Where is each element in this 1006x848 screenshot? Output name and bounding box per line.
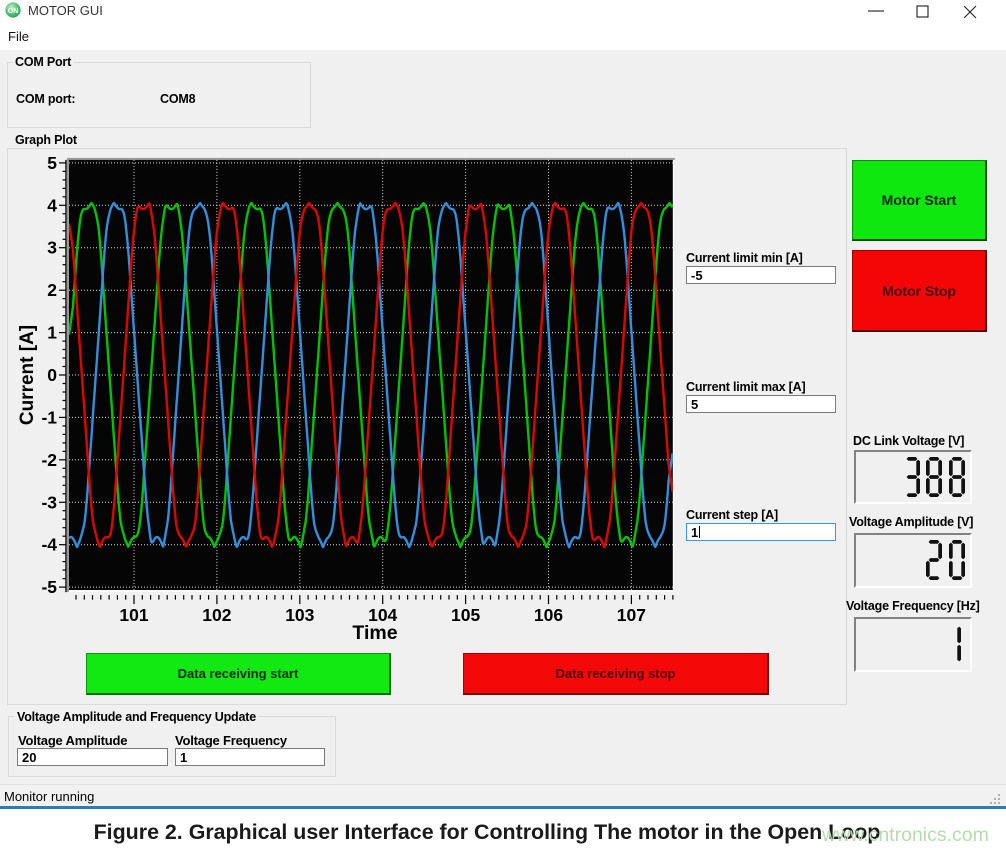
svg-text:-1: -1 [41, 407, 57, 427]
svg-text:101: 101 [119, 605, 148, 625]
svg-text:107: 107 [617, 605, 646, 625]
svg-text:3: 3 [47, 238, 57, 258]
svg-text:106: 106 [534, 605, 563, 625]
svg-text:1: 1 [47, 323, 57, 343]
svg-text:-4: -4 [41, 535, 57, 555]
svg-text:5: 5 [47, 153, 57, 173]
svg-text:-5: -5 [41, 577, 57, 597]
svg-text:-3: -3 [41, 492, 57, 512]
svg-text:105: 105 [451, 605, 480, 625]
svg-text:Current [A]: Current [A] [17, 325, 38, 425]
svg-text:0: 0 [47, 365, 57, 385]
svg-text:Time: Time [352, 622, 397, 644]
svg-text:ON: ON [8, 8, 19, 15]
svg-text:102: 102 [202, 605, 231, 625]
svg-text:-2: -2 [41, 450, 57, 470]
svg-text:103: 103 [285, 605, 314, 625]
svg-text:4: 4 [47, 195, 57, 215]
svg-text:2: 2 [47, 280, 57, 300]
